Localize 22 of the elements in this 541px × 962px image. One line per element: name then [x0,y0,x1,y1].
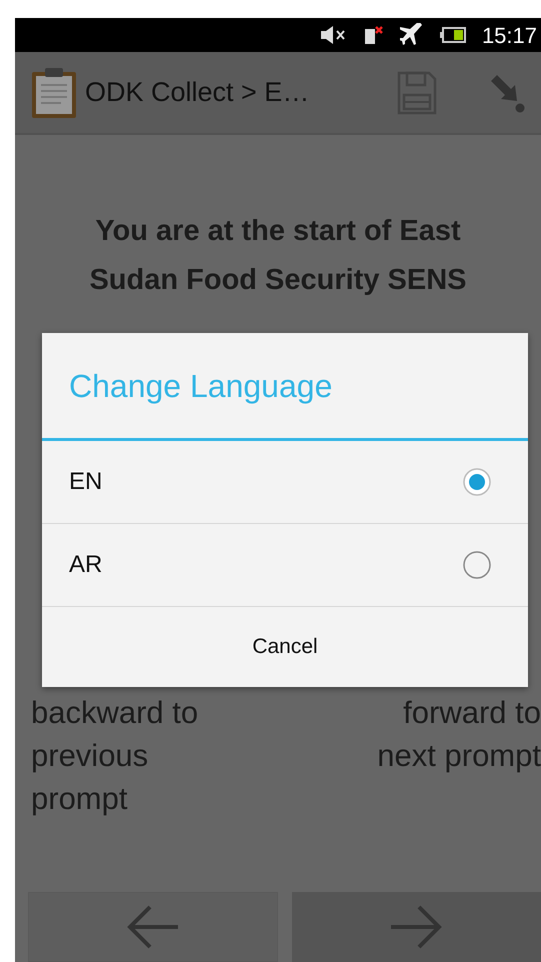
status-time: 15:17 [482,22,537,50]
radio-button[interactable] [462,467,492,497]
back-button[interactable] [28,892,278,962]
forward-button[interactable] [292,892,541,962]
dialog-title: Change Language [42,333,528,441]
sim-icon [364,25,384,45]
cancel-button[interactable]: Cancel [42,607,528,687]
language-option[interactable]: AR [42,524,528,607]
arrow-dot-icon[interactable] [489,72,525,112]
prompt-heading: You are at the start of East Sudan Food Security SENS [88,214,468,298]
airplane-icon [400,23,424,47]
option-label: AR [69,550,102,580]
app-title: ODK Collect > E… [85,76,310,110]
option-label: EN [69,467,102,497]
back-hint: backward to previous prompt [31,694,200,818]
forward-hint: forward to next prompt [376,694,541,775]
left-arrow-icon [126,904,180,950]
right-arrow-icon [389,904,444,950]
battery-icon [440,27,466,43]
clipboard-icon[interactable] [31,66,77,118]
language-option[interactable]: EN [42,441,528,524]
radio-button[interactable] [462,550,492,580]
